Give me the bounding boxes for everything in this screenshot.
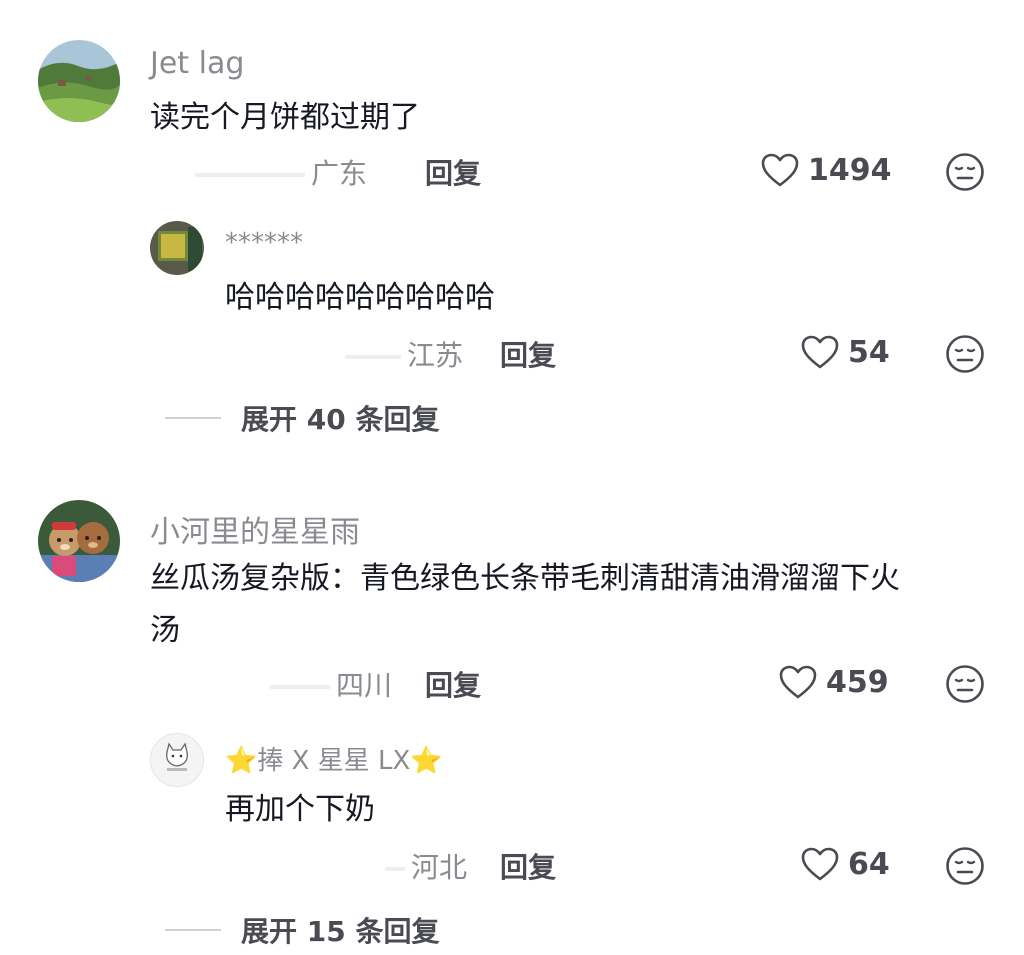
- expand-replies-button[interactable]: 展开 15 条回复: [165, 910, 439, 950]
- reply-text: 哈哈哈哈哈哈哈哈哈: [225, 280, 495, 315]
- comment-username[interactable]: Jet lag: [150, 46, 244, 81]
- location-text: 江苏: [407, 339, 464, 372]
- reply-username[interactable]: ******: [225, 228, 303, 258]
- reply-button[interactable]: 回复: [500, 846, 556, 886]
- like-count: 54: [848, 334, 890, 370]
- comment-username[interactable]: 小河里的星星雨: [150, 507, 360, 551]
- avatar[interactable]: [150, 221, 204, 275]
- dislike-button[interactable]: [945, 152, 985, 196]
- reply-location: 河北: [385, 846, 467, 886]
- heart-outline-icon: [761, 153, 799, 187]
- location-text: 广东: [311, 157, 368, 190]
- comment-text: 读完个月饼都过期了: [150, 100, 420, 135]
- redacted-date: [195, 173, 305, 177]
- redacted-date: [270, 685, 330, 689]
- neutral-face-icon: [946, 153, 984, 191]
- avatar[interactable]: [150, 733, 204, 787]
- comment-text-line-1: 丝瓜汤复杂版：青色绿色长条带毛刺清甜清油滑溜溜下火: [150, 561, 900, 596]
- expand-replies-label: 展开 15 条回复: [241, 915, 440, 948]
- neutral-face-icon: [946, 665, 984, 703]
- redacted-date: [345, 355, 401, 359]
- dislike-button[interactable]: [945, 664, 985, 708]
- like-button[interactable]: 54: [800, 334, 890, 370]
- avatar[interactable]: [38, 40, 120, 122]
- like-count: 64: [848, 846, 890, 882]
- like-count: 459: [826, 664, 889, 700]
- comment-text-line-2: 汤: [150, 613, 180, 648]
- dislike-button[interactable]: [945, 334, 985, 378]
- reply-text: 再加个下奶: [225, 792, 375, 827]
- divider: [165, 929, 221, 931]
- avatar[interactable]: [38, 500, 120, 582]
- neutral-face-icon: [946, 335, 984, 373]
- reply-button[interactable]: 回复: [425, 152, 481, 192]
- comment-location: 广东: [195, 152, 367, 192]
- reply-location: 江苏: [345, 334, 463, 374]
- expand-replies-label: 展开 40 条回复: [241, 403, 440, 436]
- heart-outline-icon: [801, 335, 839, 369]
- location-text: 河北: [411, 851, 468, 884]
- dislike-button[interactable]: [945, 846, 985, 890]
- heart-outline-icon: [801, 847, 839, 881]
- neutral-face-icon: [946, 847, 984, 885]
- like-button[interactable]: 459: [778, 664, 889, 700]
- reply-button[interactable]: 回复: [500, 334, 556, 374]
- reply-button[interactable]: 回复: [425, 664, 481, 704]
- expand-replies-button[interactable]: 展开 40 条回复: [165, 398, 439, 438]
- like-button[interactable]: 64: [800, 846, 890, 882]
- location-text: 四川: [336, 669, 393, 702]
- divider: [165, 417, 221, 419]
- like-count: 1494: [808, 152, 892, 188]
- like-button[interactable]: 1494: [760, 152, 892, 188]
- reply-username[interactable]: ⭐捧 X 星星 LX⭐: [225, 740, 443, 777]
- redacted-date: [385, 867, 405, 871]
- heart-outline-icon: [779, 665, 817, 699]
- comment-location: 四川: [270, 664, 392, 704]
